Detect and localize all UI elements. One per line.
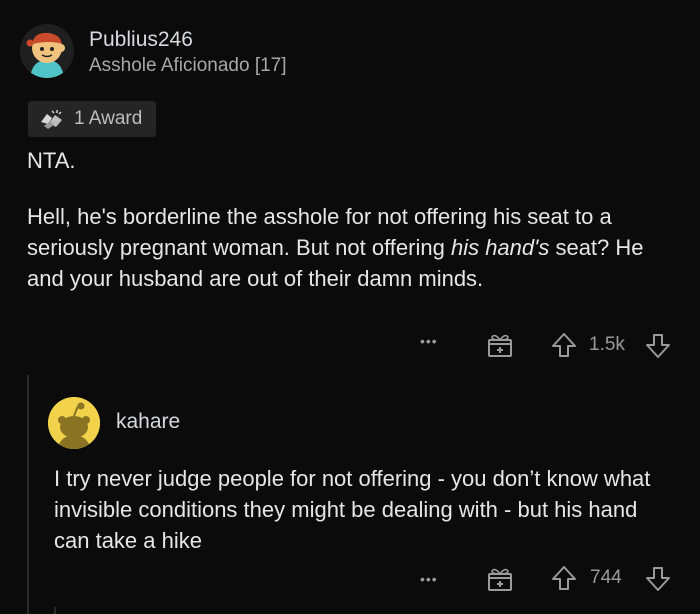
comment-paragraph: Hell, he's borderline the asshole for no… <box>27 201 667 294</box>
vote-count: 744 <box>590 567 622 588</box>
downvote-icon <box>646 334 670 358</box>
comment-body: NTA. Hell, he's borderline the asshole f… <box>27 145 667 294</box>
comment-body: I try never judge people for not offerin… <box>54 463 674 556</box>
downvote-button[interactable] <box>644 565 672 598</box>
vote-count: 1.5k <box>589 334 625 355</box>
comment-text-italic: his hand's <box>450 235 550 260</box>
downvote-icon <box>646 567 670 591</box>
award-icon <box>41 110 62 129</box>
avatar-publius246[interactable] <box>20 24 74 78</box>
user-flair: Asshole Aficionado [17] <box>89 55 287 76</box>
downvote-button[interactable] <box>644 332 672 365</box>
comment-paragraph: I try never judge people for not offerin… <box>54 466 651 553</box>
avatar-kahare[interactable] <box>48 397 100 449</box>
give-award-button[interactable] <box>486 565 514 598</box>
avatar-icon <box>20 24 74 78</box>
more-options-button[interactable]: ••• <box>420 333 438 349</box>
award-label: 1 Award <box>74 108 143 129</box>
avatar-icon <box>48 397 100 449</box>
gift-icon <box>488 334 512 357</box>
upvote-icon <box>552 333 576 357</box>
thread-line[interactable] <box>27 375 29 614</box>
comment-author[interactable]: kahare <box>116 410 180 434</box>
more-icon: ••• <box>420 571 438 587</box>
upvote-button[interactable] <box>550 564 578 597</box>
comment-author[interactable]: Publius246 <box>89 28 193 52</box>
more-icon: ••• <box>420 333 438 349</box>
gift-icon <box>488 568 512 591</box>
thread-line[interactable] <box>54 607 56 614</box>
comment-paragraph: NTA. <box>27 148 76 173</box>
award-badge[interactable]: 1 Award <box>28 101 157 137</box>
more-options-button[interactable]: ••• <box>420 571 438 587</box>
give-award-button[interactable] <box>486 331 514 364</box>
upvote-icon <box>552 566 576 590</box>
upvote-button[interactable] <box>550 331 578 364</box>
